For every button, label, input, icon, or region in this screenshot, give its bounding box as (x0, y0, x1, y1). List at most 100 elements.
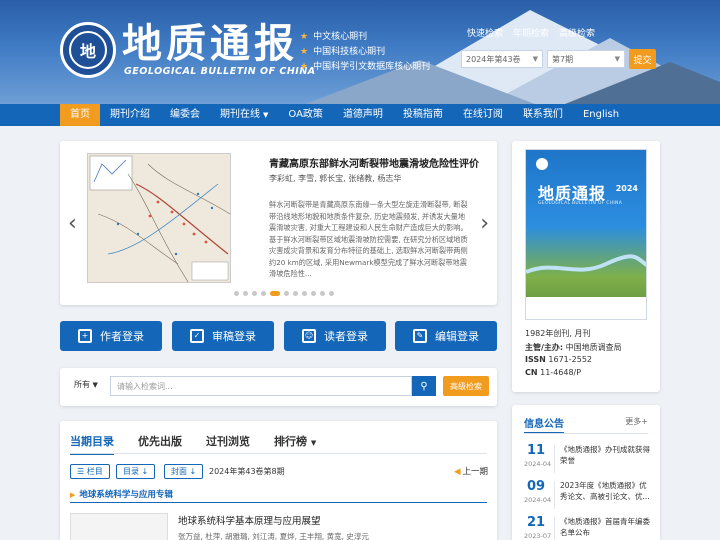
search-input[interactable]: 请输入检索词... (110, 376, 412, 396)
search-button[interactable]: ⚲ (412, 376, 436, 396)
tab-advanced-search[interactable]: 高级检索 (559, 24, 595, 41)
notice-item[interactable]: 21 2023-07 《地质通报》首届青年编委名单公布 (524, 515, 650, 540)
nav-about[interactable]: 期刊介绍 (100, 104, 160, 126)
filter-cover-button[interactable]: 封面 ↓ (164, 464, 204, 479)
carousel-dot[interactable] (261, 291, 266, 296)
featured-article-abstract: 鲜水河断裂带是青藏高原东南缘一条大型左旋走滑断裂带, 断裂带沿线地形地貌和地质条… (269, 200, 468, 278)
header-search-panel: 快速检索 年期检索 高级检索 2024年第43卷 ▼ 第7期 ▼ 提交 (461, 24, 659, 69)
tab-quick-search[interactable]: 快速检索 (467, 24, 503, 41)
download-icon: ↓ (139, 467, 149, 476)
divider (554, 481, 555, 509)
notice-panel: 信息公告 更多+ 11 2024-04 《地质通报》办刊成就获得荣誉 09 20… (512, 405, 660, 540)
editor-login-button[interactable]: ✎ 编辑登录 (395, 321, 497, 351)
chevron-right-icon[interactable]: › (480, 211, 489, 236)
reviewer-login-button[interactable]: ✓ 审稿登录 (172, 321, 274, 351)
index-item: ★ 中国科学引文数据库核心期刊 (300, 62, 431, 72)
cover-title-en: GEOLOGICAL BULLETIN OF CHINA (538, 201, 623, 206)
cover-year: 2024 (615, 184, 638, 193)
filter-toc-button[interactable]: 目录 ↓ (116, 464, 156, 479)
carousel-dot[interactable] (302, 291, 307, 296)
advanced-search-button[interactable]: 高级检索 (443, 376, 489, 396)
journal-issn: ISSN 1671-2552 (525, 355, 592, 364)
star-icon: ★ (300, 62, 309, 72)
triangle-icon: ▶ (70, 491, 76, 499)
carousel-dot[interactable] (284, 291, 289, 296)
tab-year-search[interactable]: 年期检索 (513, 24, 549, 41)
carousel-dot[interactable] (311, 291, 316, 296)
tab-current-issue[interactable]: 当期目录 (70, 433, 114, 455)
index-item: ★ 中文核心期刊 (300, 32, 368, 42)
carousel-dot[interactable] (329, 291, 334, 296)
journal-cn: CN 11-4648/P (525, 368, 582, 377)
river-graphic (526, 254, 646, 274)
nav-home[interactable]: 首页 (60, 104, 100, 126)
star-icon: ★ (300, 47, 309, 57)
search-icon: ⚲ (420, 380, 428, 392)
user-add-icon: + (78, 329, 92, 343)
divider (524, 433, 648, 434)
journal-cover-image[interactable]: 地质通报 2024 GEOLOGICAL BULLETIN OF CHINA (525, 149, 647, 320)
nav-guide[interactable]: 投稿指南 (393, 104, 453, 126)
carousel-dot[interactable] (234, 291, 239, 296)
filter-section-button[interactable]: ☰ 栏目 (70, 464, 110, 479)
chevron-left-icon[interactable]: ‹ (68, 211, 77, 236)
previous-issue-link[interactable]: ◀ 上一期 (454, 465, 488, 477)
site-header: 地 地质通报 GEOLOGICAL BULLETIN OF CHINA ★ 中文核… (0, 0, 720, 104)
search-scope-select[interactable]: 所有 ▼ (74, 379, 98, 390)
article-authors: 张万益, 杜萍, 胡雅璐, 刘江涛, 夏烨, 王丰翔, 黄宽, 史淳元 (178, 532, 369, 540)
nav-online[interactable]: 期刊在线 ▼ (210, 104, 278, 126)
carousel-dot[interactable] (252, 291, 257, 296)
nav-oa-policy[interactable]: OA政策 (278, 104, 333, 126)
divider (554, 445, 555, 473)
index-list: ★ 中文核心期刊 ★ 中国科技核心期刊 ★ 中国科学引文数据库核心期刊 (300, 30, 430, 75)
reader-login-button[interactable]: ☺ 读者登录 (284, 321, 386, 351)
chevron-down-icon: ▼ (614, 55, 620, 63)
chevron-down-icon: ▼ (310, 439, 317, 447)
main-nav: 首页 期刊介绍 编委会 期刊在线 ▼ OA政策 道德声明 投稿指南 在线订阅 联系… (0, 104, 720, 126)
chevron-down-icon: ▼ (92, 381, 98, 389)
nav-contact[interactable]: 联系我们 (513, 104, 573, 126)
tab-online-first[interactable]: 优先出版 (138, 433, 182, 455)
divider (70, 502, 487, 503)
user-group-icon: ☺ (302, 329, 316, 343)
issue-info: 2024年第43卷第8期 (209, 467, 285, 476)
author-login-button[interactable]: + 作者登录 (60, 321, 162, 351)
seal-icon (536, 158, 548, 170)
nav-ethics[interactable]: 道德声明 (333, 104, 393, 126)
article-thumbnail[interactable] (70, 513, 168, 540)
year-select[interactable]: 2024年第43卷 ▼ (461, 50, 543, 68)
nav-editorial-board[interactable]: 编委会 (160, 104, 210, 126)
download-icon: ↓ (187, 467, 197, 476)
notice-item[interactable]: 11 2024-04 《地质通报》办刊成就获得荣誉 (524, 443, 650, 479)
carousel-dot[interactable] (243, 291, 248, 296)
more-link[interactable]: 更多+ (625, 416, 648, 427)
article-title[interactable]: 地球系统科学基本原理与应用展望 (178, 513, 321, 527)
featured-map-image[interactable] (87, 153, 231, 283)
chevron-down-icon: ▼ (263, 111, 269, 119)
carousel-dot[interactable] (293, 291, 298, 296)
carousel-dot-active[interactable] (270, 291, 280, 296)
journal-seal-logo[interactable]: 地 (60, 22, 116, 78)
featured-article-title[interactable]: 青藏高原东部鲜水河断裂带地震滑坡危险性评价 (269, 155, 479, 170)
quick-search-bar: 所有 ▼ 请输入检索词... ⚲ 高级检索 (60, 368, 497, 406)
notice-title: 信息公告 (524, 415, 564, 434)
chevron-down-icon: ▼ (532, 55, 538, 63)
featured-article-authors: 李彩虹, 李雪, 郭长宝, 张绪教, 杨志华 (269, 174, 402, 183)
arrow-left-icon: ◀ (454, 467, 461, 477)
nav-subscribe[interactable]: 在线订阅 (453, 104, 513, 126)
index-item: ★ 中国科技核心期刊 (300, 47, 386, 57)
journal-sponsor: 主管/主办: 中国地质调查局 (525, 343, 622, 352)
tab-archive[interactable]: 过刊浏览 (206, 433, 250, 455)
notice-item[interactable]: 09 2024-04 2023年度《地质通报》优秀论文、高被引论文、优... (524, 479, 650, 515)
journal-title-cn[interactable]: 地质通报 (122, 22, 298, 66)
cover-footer (526, 297, 646, 319)
featured-carousel: ‹ › 青藏高原东部鲜水河断裂带地震滑坡危险性评价 李彩虹, 李雪, 郭长宝, … (60, 141, 497, 305)
edit-icon: ✎ (413, 329, 427, 343)
section-heading: ▶ 地球系统科学与应用专辑 (70, 490, 173, 500)
divider (554, 517, 555, 540)
issue-select[interactable]: 第7期 ▼ (547, 50, 625, 68)
carousel-dot[interactable] (320, 291, 325, 296)
nav-english[interactable]: English (573, 104, 629, 126)
tab-ranking[interactable]: 排行榜 ▼ (274, 433, 316, 455)
submit-button[interactable]: 提交 (629, 49, 656, 69)
